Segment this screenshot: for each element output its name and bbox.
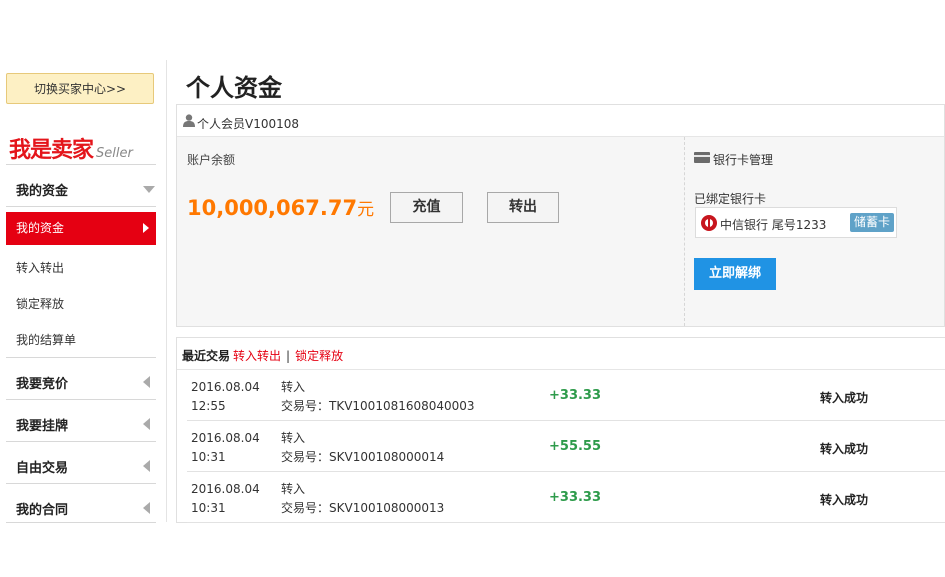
tx-info: 转入交易号：TKV1001081608040003	[281, 378, 475, 416]
account-header: 个人会员V100108	[177, 105, 944, 137]
sidebar-item-my-funds[interactable]: 我的资金	[6, 212, 156, 245]
nav-section-listing[interactable]: 我要挂牌	[16, 415, 68, 434]
divider	[6, 164, 156, 165]
link-lock-release[interactable]: 锁定释放	[295, 349, 343, 363]
bank-card-icon	[694, 152, 710, 163]
bank-card-management-title: 银行卡管理	[713, 153, 774, 167]
chevron-left-icon[interactable]	[143, 376, 150, 388]
tx-time: 10:31	[191, 501, 226, 515]
recent-header: 最近交易 转入转出 | 锁定释放	[182, 347, 343, 364]
nav-section-free-trade[interactable]: 自由交易	[16, 457, 68, 476]
sidebar: 切换买家中心>> 我是卖家 Seller 我的资金 我的资金 转入转出 锁定释放 …	[0, 0, 166, 577]
sidebar-divider	[166, 60, 167, 522]
panel-divider	[684, 137, 685, 326]
divider	[6, 441, 156, 442]
tx-number: 交易号：SKV100108000014	[281, 450, 445, 464]
chevron-right-icon	[143, 223, 149, 233]
tx-datetime: 2016.08.04 10:31	[191, 480, 260, 518]
balance-amount: 10,000,067.77元	[187, 195, 374, 220]
divider	[6, 399, 156, 400]
transfer-out-button[interactable]: 转出	[487, 192, 559, 223]
table-row: 2016.08.04 12:55 转入交易号：TKV100108160804000…	[187, 370, 945, 421]
bound-card-label: 已绑定银行卡	[694, 192, 767, 206]
balance-unit: 元	[357, 200, 375, 220]
divider	[6, 483, 156, 484]
chevron-down-icon[interactable]	[143, 186, 155, 193]
page-title: 个人资金	[186, 74, 282, 102]
account-panel: 个人会员V100108 账户余额 10,000,067.77元 充值 转出 银行…	[176, 104, 945, 327]
table-row: 2016.08.04 10:31 转入交易号：SKV100108000014 +5…	[187, 421, 945, 472]
sidebar-item-transfer[interactable]: 转入转出	[16, 259, 64, 276]
tx-number: 交易号：SKV100108000013	[281, 501, 445, 515]
recharge-button[interactable]: 充值	[390, 192, 463, 223]
tx-datetime: 2016.08.04 12:55	[191, 378, 260, 416]
tx-info: 转入交易号：SKV100108000014	[281, 429, 444, 467]
seller-title-cn: 我是卖家	[9, 138, 94, 163]
balance-value: 10,000,067.77	[187, 196, 358, 220]
divider	[6, 206, 156, 207]
tx-date: 2016.08.04	[191, 482, 260, 496]
chevron-left-icon[interactable]	[143, 460, 150, 472]
chevron-left-icon[interactable]	[143, 502, 150, 514]
unbind-button[interactable]: 立即解绑	[694, 258, 776, 290]
tx-amount: +33.33	[549, 388, 602, 403]
sidebar-item-lock-release[interactable]: 锁定释放	[16, 295, 64, 312]
tx-date: 2016.08.04	[191, 380, 260, 394]
recent-title: 最近交易	[182, 349, 231, 363]
tx-status: 转入成功	[820, 493, 869, 507]
link-transfer[interactable]: 转入转出	[233, 349, 281, 363]
nav-section-my-funds[interactable]: 我的资金	[16, 180, 68, 199]
tx-amount: +33.33	[549, 490, 602, 505]
tx-status: 转入成功	[820, 442, 869, 456]
tx-datetime: 2016.08.04 10:31	[191, 429, 260, 467]
bank-logo-icon	[701, 215, 717, 231]
nav-section-contracts[interactable]: 我的合同	[16, 499, 68, 518]
user-icon	[183, 114, 195, 127]
bank-card-text: 中信银行 尾号1233	[720, 218, 827, 232]
sidebar-item-label: 我的资金	[16, 221, 65, 235]
sidebar-item-statements[interactable]: 我的结算单	[16, 331, 76, 348]
divider	[6, 357, 156, 358]
seller-title-en: Seller	[96, 146, 133, 161]
seller-title: 我是卖家 Seller	[9, 132, 133, 164]
link-separator: |	[286, 349, 291, 363]
divider	[6, 522, 156, 523]
switch-to-buyer-button[interactable]: 切换买家中心>>	[6, 73, 154, 104]
chevron-left-icon[interactable]	[143, 418, 150, 430]
tx-type: 转入	[281, 431, 306, 445]
balance-label: 账户余额	[187, 153, 236, 167]
member-id: 个人会员V100108	[197, 117, 300, 131]
tx-type: 转入	[281, 380, 306, 394]
nav-section-bidding[interactable]: 我要竞价	[16, 373, 68, 392]
bound-bank-card: 中信银行 尾号1233 储蓄卡	[695, 207, 897, 238]
tx-date: 2016.08.04	[191, 431, 260, 445]
tx-info: 转入交易号：SKV100108000013	[281, 480, 444, 518]
recent-transactions-panel: 最近交易 转入转出 | 锁定释放 2016.08.04 12:55 转入 交易号：TKV1…	[176, 337, 945, 523]
table-row: 2016.08.04 10:31 转入交易号：SKV100108000013 +3…	[187, 472, 945, 523]
card-type-badge: 储蓄卡	[849, 213, 894, 232]
tx-amount: +55.55	[549, 439, 602, 454]
tx-type: 转入	[281, 482, 306, 496]
tx-time: 10:31	[191, 450, 226, 464]
tx-time: 12:55	[191, 399, 226, 413]
tx-number: 交易号：TKV1001081608040003	[281, 399, 475, 413]
tx-status: 转入成功	[820, 391, 869, 405]
